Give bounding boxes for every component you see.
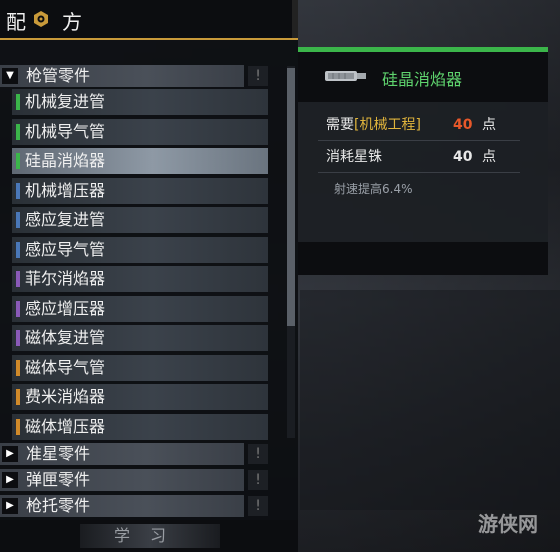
- detail-body: 需要[机械工程] 40 点 消耗星铢 40 点 射速提高6.4%: [298, 102, 548, 242]
- alert-marker: !: [248, 470, 268, 490]
- skill-tag: [机械工程]: [354, 117, 421, 133]
- recipe-item[interactable]: 磁体复进管: [12, 325, 268, 351]
- category-stock-parts[interactable]: ▶ 枪托零件 !: [0, 495, 268, 517]
- recipe-item[interactable]: 感应导气管: [12, 236, 268, 263]
- recipe-item-label: 感应增压器: [25, 298, 106, 318]
- panel-header: 配 方: [0, 0, 298, 40]
- recipe-item[interactable]: 磁体导气管: [12, 354, 268, 381]
- recipe-list-panel: 配 方 ▼ 枪管零件 ! 机械复进管机械导气管硅晶消焰器机械增压器感应复进管感应…: [0, 0, 298, 552]
- rarity-bar: [16, 418, 20, 435]
- recipe-item-label: 磁体增压器: [25, 416, 106, 436]
- rarity-bar: [16, 300, 20, 317]
- recipe-hex-icon: [32, 10, 50, 28]
- recipe-item[interactable]: 感应增压器: [12, 295, 268, 322]
- header-title-left: 配: [6, 10, 26, 34]
- watermark-text: 游侠网: [478, 512, 538, 536]
- alert-marker: !: [248, 444, 268, 464]
- background-shade: [300, 290, 560, 510]
- collapsed-arrow-icon: ▶: [2, 446, 18, 462]
- header-edge: [292, 0, 298, 38]
- rarity-bar: [16, 271, 20, 287]
- rarity-bar: [16, 123, 20, 140]
- header-title-right: 方: [62, 10, 82, 34]
- rarity-bar: [16, 212, 20, 228]
- requirement-label: 需要[机械工程]: [326, 117, 421, 133]
- detail-footer: [298, 242, 548, 275]
- recipe-item[interactable]: 机械复进管: [12, 89, 268, 115]
- recipe-detail-panel: 硅晶消焰器 需要[机械工程] 40 点 消耗星铢 40 点 射速提高6.4%: [298, 47, 548, 275]
- recipe-item-label: 硅晶消焰器: [25, 151, 106, 170]
- recipe-item[interactable]: 菲尔消焰器: [12, 266, 268, 292]
- category-label: 弹匣零件: [26, 470, 91, 489]
- recipe-item[interactable]: 机械增压器: [12, 177, 268, 204]
- recipe-item[interactable]: 感应复进管: [12, 207, 268, 233]
- recipe-item-label: 费米消焰器: [25, 387, 106, 406]
- rarity-bar: [16, 359, 20, 376]
- category-sight-parts[interactable]: ▶ 准星零件 !: [0, 443, 268, 465]
- detail-title: 硅晶消焰器: [382, 70, 463, 89]
- scrollbar-thumb[interactable]: [287, 68, 295, 326]
- cost-label: 消耗星铢: [326, 149, 382, 165]
- requirement-value: 40: [453, 117, 473, 133]
- detail-header: 硅晶消焰器: [298, 52, 548, 102]
- requirement-unit: 点: [482, 117, 496, 133]
- effect-note: 射速提高6.4%: [334, 182, 413, 196]
- category-label: 枪管零件: [26, 66, 91, 85]
- recipe-item[interactable]: 机械导气管: [12, 118, 268, 145]
- requirement-row: 需要[机械工程] 40 点: [318, 110, 520, 141]
- alert-marker: !: [248, 496, 268, 516]
- recipe-item[interactable]: 磁体增压器: [12, 413, 268, 440]
- alert-marker: !: [248, 66, 268, 86]
- cost-unit: 点: [482, 149, 496, 165]
- collapsed-arrow-icon: ▶: [2, 472, 18, 488]
- recipe-item[interactable]: 费米消焰器: [12, 384, 268, 410]
- cost-row: 消耗星铢 40 点: [318, 142, 520, 173]
- category-magazine-parts[interactable]: ▶ 弹匣零件 !: [0, 469, 268, 491]
- collapsed-arrow-icon: ▶: [2, 498, 18, 514]
- recipe-item-label: 机械增压器: [25, 180, 106, 200]
- list-scrollbar[interactable]: [287, 66, 295, 438]
- recipe-item-label: 机械导气管: [25, 121, 106, 141]
- rarity-bar: [16, 330, 20, 346]
- silencer-icon: [324, 68, 368, 87]
- learn-button[interactable]: 学习: [80, 524, 220, 548]
- category-barrel-parts[interactable]: ▼ 枪管零件 !: [0, 65, 268, 87]
- rarity-bar: [16, 153, 20, 169]
- category-label: 准星零件: [26, 444, 91, 463]
- cost-value: 40: [453, 149, 473, 165]
- recipe-item-label: 感应复进管: [25, 210, 106, 229]
- recipe-item[interactable]: 硅晶消焰器: [12, 148, 268, 174]
- bottom-bar: 学习: [0, 520, 298, 552]
- rarity-bar: [16, 389, 20, 405]
- recipe-item-label: 菲尔消焰器: [25, 269, 106, 288]
- recipe-item-label: 磁体复进管: [25, 328, 106, 347]
- rarity-bar: [16, 94, 20, 110]
- recipe-item-label: 感应导气管: [25, 239, 106, 259]
- recipe-item-label: 磁体导气管: [25, 357, 106, 377]
- rarity-bar: [16, 182, 20, 199]
- rarity-bar: [16, 241, 20, 258]
- expanded-arrow-icon: ▼: [2, 68, 18, 84]
- recipe-item-label: 机械复进管: [25, 92, 106, 111]
- category-label: 枪托零件: [26, 496, 91, 515]
